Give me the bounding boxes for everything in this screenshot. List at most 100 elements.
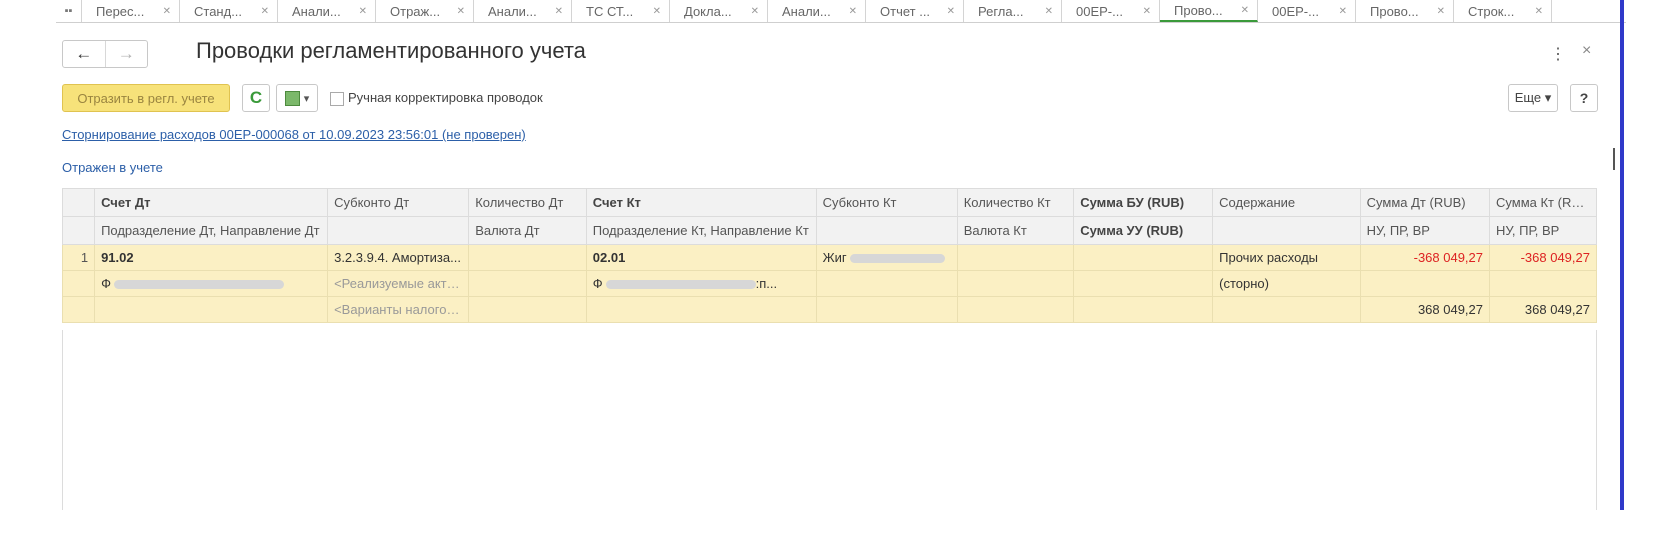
- header-cell[interactable]: Сумма БУ (RUB): [1073, 188, 1214, 217]
- account-dt-cell[interactable]: 91.02: [94, 244, 329, 271]
- subconto-dt-cell[interactable]: <Реализуемые акти...: [327, 270, 470, 297]
- tab-close-icon[interactable]: ✕: [1437, 6, 1445, 17]
- currency-kt-cell[interactable]: [956, 270, 1075, 297]
- row-number: 1: [61, 244, 96, 271]
- header-cell[interactable]: Субконто Кт: [815, 188, 958, 217]
- sum-dt-cell[interactable]: [1359, 270, 1491, 297]
- sum-dt-cell[interactable]: -368 049,27: [1359, 244, 1491, 271]
- more-menu-icon[interactable]: ⋮: [1550, 44, 1566, 64]
- refresh-button[interactable]: C: [242, 84, 270, 112]
- tab-close-icon[interactable]: ✕: [163, 6, 171, 17]
- sum-dt-nu-cell[interactable]: 368 049,27: [1359, 296, 1491, 323]
- tab-close-icon[interactable]: ✕: [359, 6, 367, 17]
- tab-menu-icon[interactable]: ▪▪: [56, 0, 82, 22]
- division-kt-cell[interactable]: [585, 296, 817, 323]
- table-row[interactable]: Ф <Реализуемые акти... Ф:п... (сторно): [61, 270, 1597, 297]
- tab-item[interactable]: Перес... ✕: [82, 0, 180, 22]
- sum-kt-cell[interactable]: [1489, 270, 1597, 297]
- scrollbar[interactable]: [1613, 148, 1615, 170]
- tab-item[interactable]: Анали... ✕: [474, 0, 572, 22]
- sum-cell[interactable]: [1073, 296, 1214, 323]
- account-kt-cell[interactable]: 02.01: [585, 244, 817, 271]
- tab-label: Регла...: [978, 3, 1024, 19]
- header-cell[interactable]: Валюта Кт: [956, 216, 1075, 245]
- tab-label: Отчет ...: [880, 3, 931, 19]
- subconto-kt-cell[interactable]: Жиг: [815, 244, 958, 271]
- tab-item[interactable]: Станд... ✕: [180, 0, 278, 22]
- header-cell[interactable]: Количество Дт: [468, 188, 587, 217]
- quantity-dt-cell[interactable]: [468, 296, 587, 323]
- header-cell[interactable]: НУ, ПР, ВР: [1359, 216, 1491, 245]
- subconto-dt-cell[interactable]: <Варианты налогоо...: [327, 296, 470, 323]
- header-cell[interactable]: НУ, ПР, ВР: [1489, 216, 1597, 245]
- tab-close-icon[interactable]: ✕: [1241, 5, 1249, 16]
- tab-item[interactable]: Анали... ✕: [278, 0, 376, 22]
- table-row[interactable]: <Варианты налогоо... 368 049,27 368 049,…: [61, 296, 1597, 323]
- help-button[interactable]: ?: [1570, 84, 1598, 112]
- quantity-kt-cell[interactable]: [956, 296, 1075, 323]
- header-cell[interactable]: Количество Кт: [956, 188, 1075, 217]
- tab-close-icon[interactable]: ✕: [555, 6, 563, 17]
- header-cell[interactable]: Сумма УУ (RUB): [1073, 216, 1214, 245]
- subconto-kt-cell[interactable]: [815, 270, 958, 297]
- tab-item[interactable]: Докла... ✕: [670, 0, 768, 22]
- content-cell[interactable]: [1212, 296, 1361, 323]
- table-row[interactable]: 1 91.02 3.2.3.9.4. Амортиза... 02.01 Жиг…: [61, 244, 1597, 271]
- tab-close-icon[interactable]: ✕: [1339, 6, 1347, 17]
- tab-close-icon[interactable]: ✕: [947, 6, 955, 17]
- tab-item[interactable]: Строк... ✕: [1454, 0, 1552, 22]
- sum-kt-cell[interactable]: -368 049,27: [1489, 244, 1597, 271]
- tab-close-icon[interactable]: ✕: [1143, 6, 1151, 17]
- subconto-dt-cell[interactable]: 3.2.3.9.4. Амортиза...: [327, 244, 470, 271]
- content-cell[interactable]: (сторно): [1212, 270, 1361, 297]
- back-button[interactable]: ←: [63, 41, 105, 67]
- tab-item[interactable]: Прово... ✕: [1356, 0, 1454, 22]
- header-cell[interactable]: Сумма Кт (RUB): [1489, 188, 1597, 217]
- tab-item[interactable]: Отчет ... ✕: [866, 0, 964, 22]
- more-button[interactable]: Еще ▾: [1508, 84, 1558, 112]
- close-icon[interactable]: ×: [1582, 42, 1591, 60]
- tab-item[interactable]: Отраж... ✕: [376, 0, 474, 22]
- header-cell[interactable]: Валюта Дт: [468, 216, 587, 245]
- header-cell[interactable]: Сумма Дт (RUB): [1359, 188, 1491, 217]
- tab-close-icon[interactable]: ✕: [849, 6, 857, 17]
- tab-close-icon[interactable]: ✕: [457, 6, 465, 17]
- manual-correction-label[interactable]: Ручная корректировка проводок: [348, 90, 543, 105]
- manual-correction-checkbox[interactable]: [330, 92, 344, 106]
- quantity-dt-cell[interactable]: [468, 244, 587, 271]
- tab-close-icon[interactable]: ✕: [1535, 6, 1543, 17]
- division-kt-cell[interactable]: Ф:п...: [585, 270, 817, 297]
- subconto-kt-cell[interactable]: [815, 296, 958, 323]
- header-cell[interactable]: Субконто Дт: [327, 188, 470, 217]
- tab-item-active[interactable]: Прово... ✕: [1160, 0, 1258, 22]
- sum-uu-cell[interactable]: [1073, 270, 1214, 297]
- sum-bu-cell[interactable]: [1073, 244, 1214, 271]
- tab-item[interactable]: Анали... ✕: [768, 0, 866, 22]
- header-cell[interactable]: [327, 216, 470, 245]
- header-cell[interactable]: Подразделение Дт, Направление Дт: [94, 216, 329, 245]
- quantity-kt-cell[interactable]: [956, 244, 1075, 271]
- header-cell[interactable]: Содержание: [1212, 188, 1361, 217]
- tab-close-icon[interactable]: ✕: [261, 6, 269, 17]
- division-dt-cell[interactable]: [94, 296, 329, 323]
- sum-kt-nu-cell[interactable]: 368 049,27: [1489, 296, 1597, 323]
- tab-item[interactable]: ТС СТ... ✕: [572, 0, 670, 22]
- tab-close-icon[interactable]: ✕: [653, 6, 661, 17]
- tab-item[interactable]: Регла... ✕: [964, 0, 1062, 22]
- division-dt-cell[interactable]: Ф: [94, 270, 329, 297]
- header-cell[interactable]: [815, 216, 958, 245]
- header-cell[interactable]: [1212, 216, 1361, 245]
- tab-close-icon[interactable]: ✕: [751, 6, 759, 17]
- content-cell[interactable]: Прочих расходы: [1212, 244, 1361, 271]
- copy-dropdown-button[interactable]: ▾: [276, 84, 318, 112]
- tab-item[interactable]: 00ЕР-... ✕: [1062, 0, 1160, 22]
- document-link[interactable]: Сторнирование расходов 00ЕР-000068 от 10…: [62, 127, 526, 142]
- tab-item[interactable]: 00ЕР-... ✕: [1258, 0, 1356, 22]
- forward-button[interactable]: →: [104, 41, 148, 67]
- tab-close-icon[interactable]: ✕: [1045, 6, 1053, 17]
- header-cell[interactable]: Счет Кт: [585, 188, 817, 217]
- header-cell[interactable]: Подразделение Кт, Направление Кт: [585, 216, 817, 245]
- currency-dt-cell[interactable]: [468, 270, 587, 297]
- post-to-regl-button[interactable]: Отразить в регл. учете: [62, 84, 230, 112]
- header-cell[interactable]: Счет Дт: [94, 188, 329, 217]
